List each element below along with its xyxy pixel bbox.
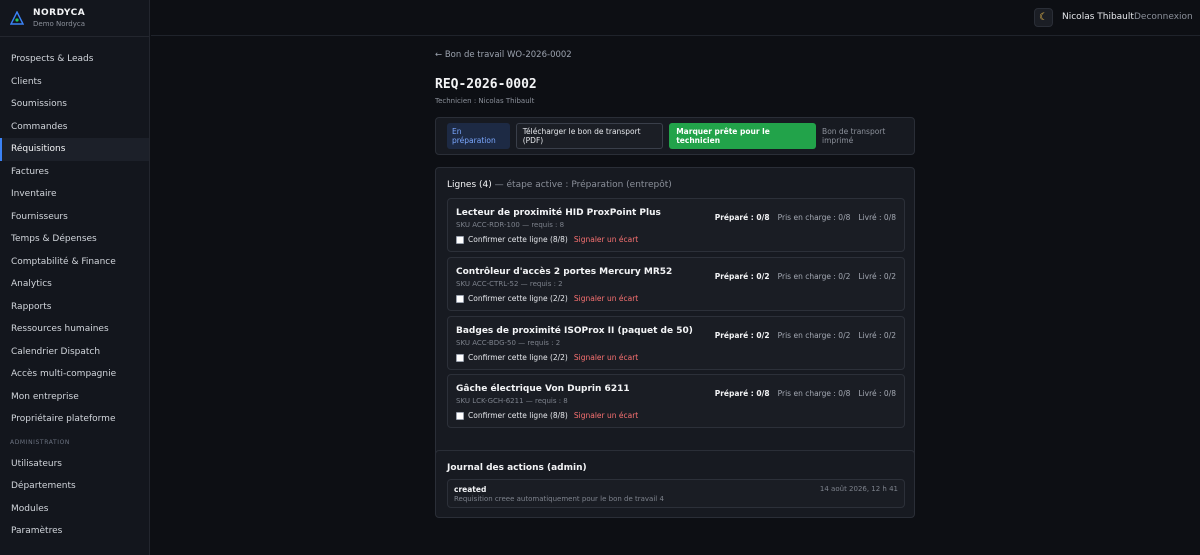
line-name: Badges de proximité ISOProx II (paquet d… — [456, 326, 693, 336]
report-discrepancy-link[interactable]: Signaler un écart — [574, 294, 638, 303]
delivered-count: Livré : 0/2 — [858, 331, 896, 340]
report-discrepancy-link[interactable]: Signaler un écart — [574, 411, 638, 420]
line-confirm: Confirmer cette ligne (8/8) Signaler un … — [456, 411, 638, 420]
sidebar-item-calendrier-dispatch[interactable]: Calendrier Dispatch — [0, 341, 149, 364]
main-content: ← Bon de travail WO-2026-0002 REQ-2026-0… — [435, 50, 915, 518]
line-item: Contrôleur d'accès 2 portes Mercury MR52… — [447, 257, 905, 311]
confirm-line-checkbox[interactable] — [456, 294, 464, 303]
download-transport-pdf-button[interactable]: Télécharger le bon de transport (PDF) — [515, 123, 664, 149]
line-sku: SKU ACC-BDG-50 — requis : 2 — [456, 339, 561, 347]
sidebar-item-ressources-humaines[interactable]: Ressources humaines — [0, 318, 149, 341]
topbar: ☾ Nicolas Thibault Deconnexion — [151, 0, 1200, 36]
taken-count: Pris en charge : 0/2 — [777, 272, 851, 281]
sidebar-item-multi-compagnie[interactable]: Accès multi-compagnie — [0, 363, 149, 386]
line-stats: Préparé : 0/2 Pris en charge : 0/2 Livré… — [715, 331, 896, 340]
journal-entry-description: Requisition creee automatiquement pour l… — [454, 495, 664, 503]
sidebar-item-requisitions[interactable]: Réquisitions — [0, 138, 149, 161]
sidebar-item-utilisateurs[interactable]: Utilisateurs — [0, 453, 149, 476]
theme-toggle-button[interactable]: ☾ — [1034, 8, 1053, 27]
prepared-count: Préparé : 0/2 — [714, 272, 770, 281]
line-stats: Préparé : 0/8 Pris en charge : 0/8 Livré… — [715, 389, 896, 398]
confirm-line-label[interactable]: Confirmer cette ligne (8/8) — [468, 411, 568, 420]
printed-status: Bon de transport imprimé — [822, 127, 886, 145]
journal-entry: created Requisition creee automatiquemen… — [447, 479, 905, 508]
line-stats: Préparé : 0/8 Pris en charge : 0/8 Livré… — [715, 213, 896, 222]
journal-title: Journal des actions (admin) — [447, 463, 587, 473]
sidebar-item-rapports[interactable]: Rapports — [0, 296, 149, 319]
line-sku: SKU ACC-RDR-100 — requis : 8 — [456, 221, 565, 229]
brand-subtitle: Demo Nordyca — [33, 20, 86, 28]
line-item: Lecteur de proximité HID ProxPoint Plus … — [447, 198, 905, 252]
confirm-line-label[interactable]: Confirmer cette ligne (8/8) — [468, 235, 568, 244]
journal-entry-timestamp: 14 août 2026, 12 h 41 — [819, 485, 898, 493]
delivered-count: Livré : 0/8 — [858, 213, 896, 222]
status-badge: En préparation — [447, 123, 510, 149]
line-item: Gâche électrique Von Duprin 6211 SKU LCK… — [447, 374, 905, 428]
brand[interactable]: NORDYCA Demo Nordyca — [0, 0, 149, 37]
line-name: Lecteur de proximité HID ProxPoint Plus — [456, 208, 661, 218]
confirm-line-checkbox[interactable] — [456, 353, 464, 362]
line-name: Gâche électrique Von Duprin 6211 — [456, 384, 630, 394]
sidebar-item-soumissions[interactable]: Soumissions — [0, 93, 149, 116]
line-confirm: Confirmer cette ligne (2/2) Signaler un … — [456, 353, 638, 362]
journal-card: Journal des actions (admin) created Requ… — [435, 450, 915, 518]
sidebar-item-mon-entreprise[interactable]: Mon entreprise — [0, 386, 149, 409]
journal-entry-event: created — [454, 485, 487, 494]
sidebar-item-fournisseurs[interactable]: Fournisseurs — [0, 206, 149, 229]
line-item: Badges de proximité ISOProx II (paquet d… — [447, 316, 905, 370]
taken-count: Pris en charge : 0/8 — [777, 213, 851, 222]
delivered-count: Livré : 0/8 — [858, 389, 896, 398]
prepared-count: Préparé : 0/8 — [714, 213, 770, 222]
nordyca-logo-icon — [10, 11, 24, 25]
line-name: Contrôleur d'accès 2 portes Mercury MR52 — [456, 267, 673, 277]
action-bar: En préparation Télécharger le bon de tra… — [435, 117, 915, 155]
confirm-line-label[interactable]: Confirmer cette ligne (2/2) — [468, 353, 568, 362]
back-link[interactable]: ← Bon de travail WO-2026-0002 — [435, 50, 915, 62]
line-sku: SKU LCK-GCH-6211 — requis : 8 — [456, 397, 568, 405]
sidebar: NORDYCA Demo Nordyca Prospects & Leads C… — [0, 0, 150, 555]
line-stats: Préparé : 0/2 Pris en charge : 0/2 Livré… — [715, 272, 896, 281]
sidebar-item-factures[interactable]: Factures — [0, 161, 149, 184]
sidebar-item-analytics[interactable]: Analytics — [0, 273, 149, 296]
prepared-count: Préparé : 0/2 — [714, 331, 770, 340]
taken-count: Pris en charge : 0/8 — [777, 389, 851, 398]
sidebar-item-inventaire[interactable]: Inventaire — [0, 183, 149, 206]
sidebar-item-proprietaire-plateforme[interactable]: Propriétaire plateforme — [0, 408, 149, 431]
logout-link[interactable]: Deconnexion — [1134, 12, 1193, 22]
report-discrepancy-link[interactable]: Signaler un écart — [574, 353, 638, 362]
sidebar-item-temps-depenses[interactable]: Temps & Dépenses — [0, 228, 149, 251]
lines-card: Lignes (4) — étape active : Préparation … — [435, 167, 915, 489]
sidebar-nav: Prospects & Leads Clients Soumissions Co… — [0, 48, 149, 543]
sidebar-item-prospects[interactable]: Prospects & Leads — [0, 48, 149, 71]
sidebar-item-parametres[interactable]: Paramètres — [0, 520, 149, 543]
confirm-line-checkbox[interactable] — [456, 235, 464, 244]
sidebar-item-comptabilite[interactable]: Comptabilité & Finance — [0, 251, 149, 274]
confirm-line-checkbox[interactable] — [456, 411, 464, 420]
sidebar-item-departements[interactable]: Départements — [0, 475, 149, 498]
brand-name: NORDYCA — [33, 8, 86, 18]
sidebar-section-administration: ADMINISTRATION — [10, 439, 71, 446]
line-confirm: Confirmer cette ligne (2/2) Signaler un … — [456, 294, 638, 303]
moon-icon: ☾ — [1039, 12, 1048, 23]
prepared-count: Préparé : 0/8 — [714, 389, 770, 398]
user-name[interactable]: Nicolas Thibault — [1062, 12, 1134, 22]
taken-count: Pris en charge : 0/2 — [777, 331, 851, 340]
line-sku: SKU ACC-CTRL-52 — requis : 2 — [456, 280, 563, 288]
confirm-line-label[interactable]: Confirmer cette ligne (2/2) — [468, 294, 568, 303]
report-discrepancy-link[interactable]: Signaler un écart — [574, 235, 638, 244]
technician-label: Technicien : Nicolas Thibault — [435, 97, 535, 105]
lines-header: Lignes (4) — étape active : Préparation … — [447, 180, 672, 190]
page-title: REQ-2026-0002 — [435, 77, 537, 92]
sidebar-item-clients[interactable]: Clients — [0, 71, 149, 94]
sidebar-item-modules[interactable]: Modules — [0, 498, 149, 521]
line-confirm: Confirmer cette ligne (8/8) Signaler un … — [456, 235, 638, 244]
sidebar-item-commandes[interactable]: Commandes — [0, 116, 149, 139]
lines-title: Lignes (4) — [447, 180, 492, 190]
active-step: — étape active : Préparation (entrepôt) — [494, 180, 672, 190]
delivered-count: Livré : 0/2 — [858, 272, 896, 281]
mark-ready-button[interactable]: Marquer prête pour le technicien — [669, 123, 817, 149]
